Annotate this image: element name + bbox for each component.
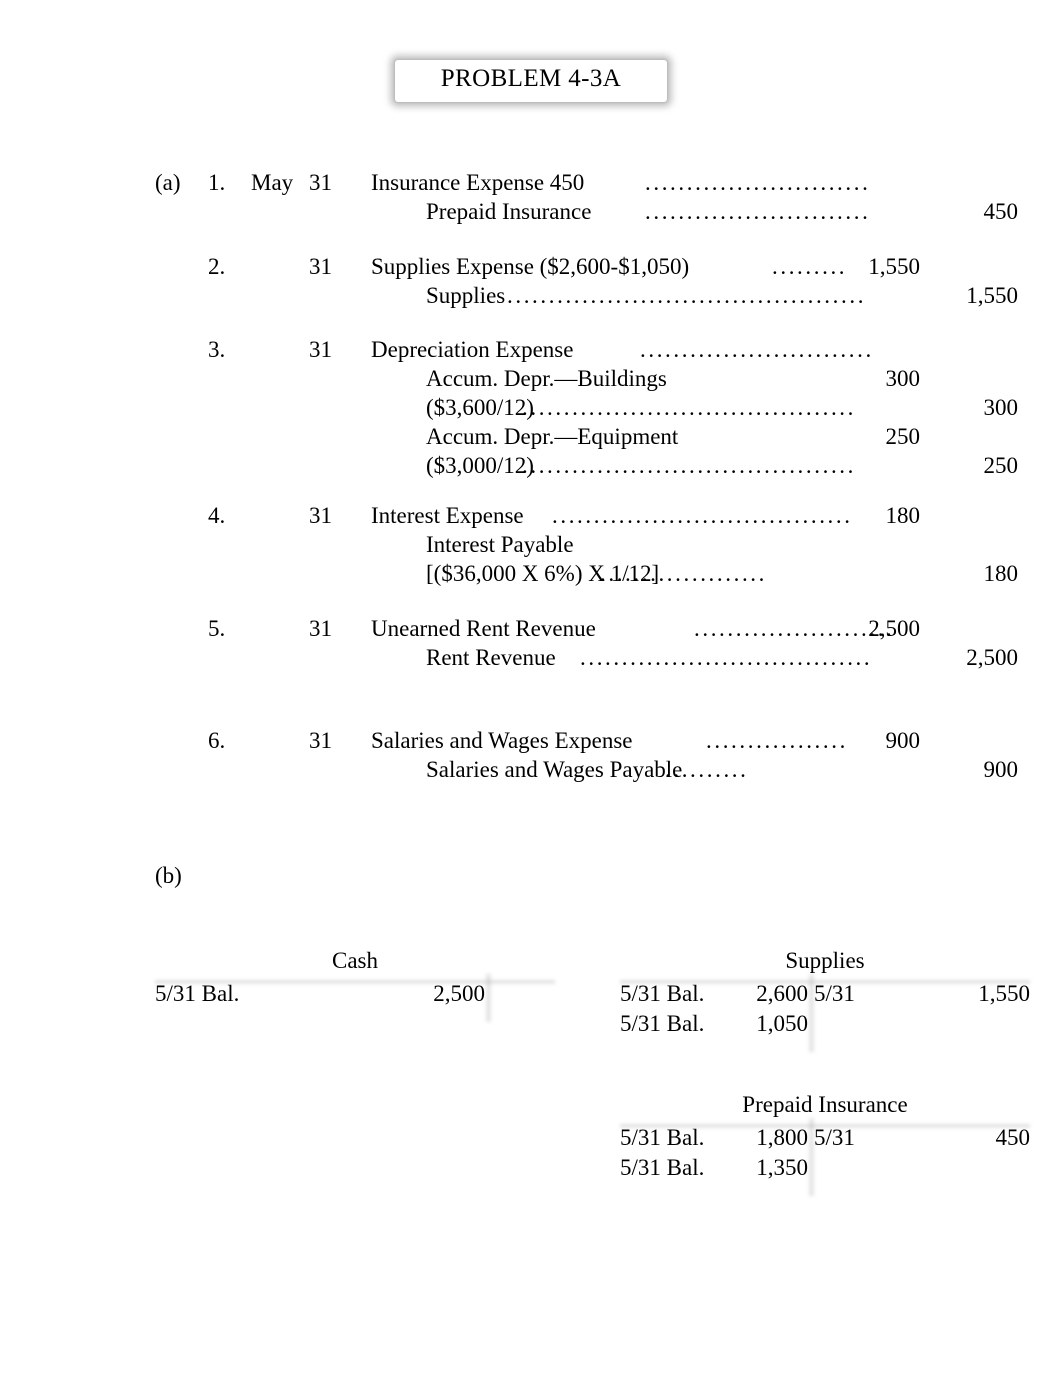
t-account-credit-amount: 450 [995,1125,1031,1150]
dot-leader: ........................................ [522,395,856,420]
journal-entry-line: [($36,000 X 6%) X 1/12].................… [0,561,1062,591]
account-name: ($3,600/12) [426,395,534,420]
journal-entry-line: Rent Revenue............................… [0,645,1062,675]
entry-day: 31 [309,728,332,753]
dot-leader: .................................... [552,503,853,528]
account-name: Supplies Expense ($2,600-$1,050) [371,254,690,279]
journal-entry-line: Supplies................................… [0,283,1062,313]
entry-number: 3. [208,337,226,362]
debit-amount: 1,550 [868,254,920,279]
page-title: PROBLEM 4-3A [440,65,622,92]
account-name: Interest Expense [371,503,524,528]
debit-amount: 2,500 [868,616,920,641]
journal-entry-line: Accum. Depr.—Equipment 250 [0,424,1062,454]
journal-entry-line: Prepaid Insurance.......................… [0,199,1062,229]
t-account-title: Prepaid Insurance [742,1092,908,1117]
account-name: Accum. Depr.—Equipment [426,424,679,449]
part-b-label: (b) [155,863,182,888]
title-shadow-box: PROBLEM 4-3A [394,56,668,104]
dot-leader: .................... [600,561,767,586]
credit-amount: 300 [983,395,1019,420]
entry-number: 1. [208,170,226,195]
journal-entry-line: 6. 31 Salaries and Wages Expense..........… [0,728,1062,758]
account-name: Insurance Expense 450 [371,170,585,195]
dot-leader: ................................... [580,645,873,670]
debit-amount: 250 [885,424,921,449]
t-account-row: 5/31 Bal. 1,050 [620,1011,1030,1041]
credit-amount: 180 [983,561,1019,586]
dot-leader: ........................................… [507,283,867,308]
entry-number: 5. [208,616,226,641]
journal-entry-line: Accum. Depr.—Buildings 300 [0,366,1062,396]
entry-day: 31 [309,337,332,362]
t-account-row: 5/31 Bal. 1,800 5/31 450 [620,1125,1030,1155]
journal-entry-line: 2. 31 Supplies Expense ($2,600-$1,050)....… [0,254,1062,284]
dot-leader: ........................... [645,170,871,195]
entry-number: 2. [208,254,226,279]
t-account-row: 5/31 Bal. 2,500 [155,981,555,1011]
t-account-debit-amount: 1,050 [756,1011,808,1036]
journal-entry-line: Interest Payable [0,532,1062,562]
credit-amount: 450 [983,199,1019,224]
entry-number: 6. [208,728,226,753]
dot-leader: ........................... [645,199,871,224]
account-name: ($3,000/12) [426,453,534,478]
entry-day: 31 [309,254,332,279]
t-account-row: 5/31 Bal. 2,600 5/31 1,550 [620,981,1030,1011]
journal-entry-line: (a) 1. May 31 Insurance Expense 450.........… [0,170,1062,200]
entry-number: 4. [208,503,226,528]
entry-day: 31 [309,616,332,641]
entry-month: May [251,170,294,195]
journal-entry-line: ($3,000/12).............................… [0,453,1062,483]
account-name: Supplies [426,283,506,308]
account-name: Interest Payable [426,532,574,557]
t-account-title: Cash [332,948,378,973]
credit-amount: 250 [983,453,1019,478]
account-name: Accum. Depr.—Buildings [426,366,667,391]
t-account-debit-label: 5/31 Bal. [620,1011,705,1036]
journal-entry-line: Salaries and Wages Payable.......... 900 [0,757,1062,787]
t-account-debit-amount: 1,350 [756,1155,808,1180]
journal-entry-line: ($3,600/12).............................… [0,395,1062,425]
t-account-debit-amount: 2,500 [433,981,485,1006]
t-account-debit-label: 5/31 Bal. [620,981,705,1006]
debit-amount: 180 [885,503,921,528]
account-name: Prepaid Insurance [426,199,592,224]
t-account-row: 5/31 Bal. 1,350 [620,1155,1030,1185]
debit-amount: 900 [885,728,921,753]
journal-entry-line: 4. 31 Interest Expense....................… [0,503,1062,533]
t-account-credit-amount: 1,550 [978,981,1030,1006]
credit-amount: 900 [983,757,1019,782]
credit-amount: 2,500 [966,645,1018,670]
account-name: Salaries and Wages Expense [371,728,633,753]
t-account-debit-amount: 1,800 [756,1125,808,1150]
t-account-credit-label: 5/31 [814,1125,855,1150]
t-account-debit-label: 5/31 Bal. [155,981,240,1006]
entry-day: 31 [309,170,332,195]
dot-leader: .......... [665,757,749,782]
debit-amount: 300 [885,366,921,391]
journal-entry-line: 3. 31 Depreciation Expense................… [0,337,1062,367]
t-account-title: Supplies [785,948,865,973]
account-name: Unearned Rent Revenue [371,616,596,641]
page-title-container: PROBLEM 4-3A [0,56,1062,104]
account-name: Rent Revenue [426,645,556,670]
entry-day: 31 [309,503,332,528]
t-account-debit-label: 5/31 Bal. [620,1155,705,1180]
journal-entry-line: 5. 31 Unearned Rent Revenue...............… [0,616,1062,646]
account-name: Salaries and Wages Payable [426,757,683,782]
dot-leader: ............................ [640,337,874,362]
dot-leader: ........................................ [522,453,856,478]
t-account-debit-label: 5/31 Bal. [620,1125,705,1150]
t-account-debit-amount: 2,600 [756,981,808,1006]
part-a-label: (a) [155,170,181,195]
credit-amount: 1,550 [966,283,1018,308]
account-name: Depreciation Expense [371,337,574,362]
t-account-credit-label: 5/31 [814,981,855,1006]
